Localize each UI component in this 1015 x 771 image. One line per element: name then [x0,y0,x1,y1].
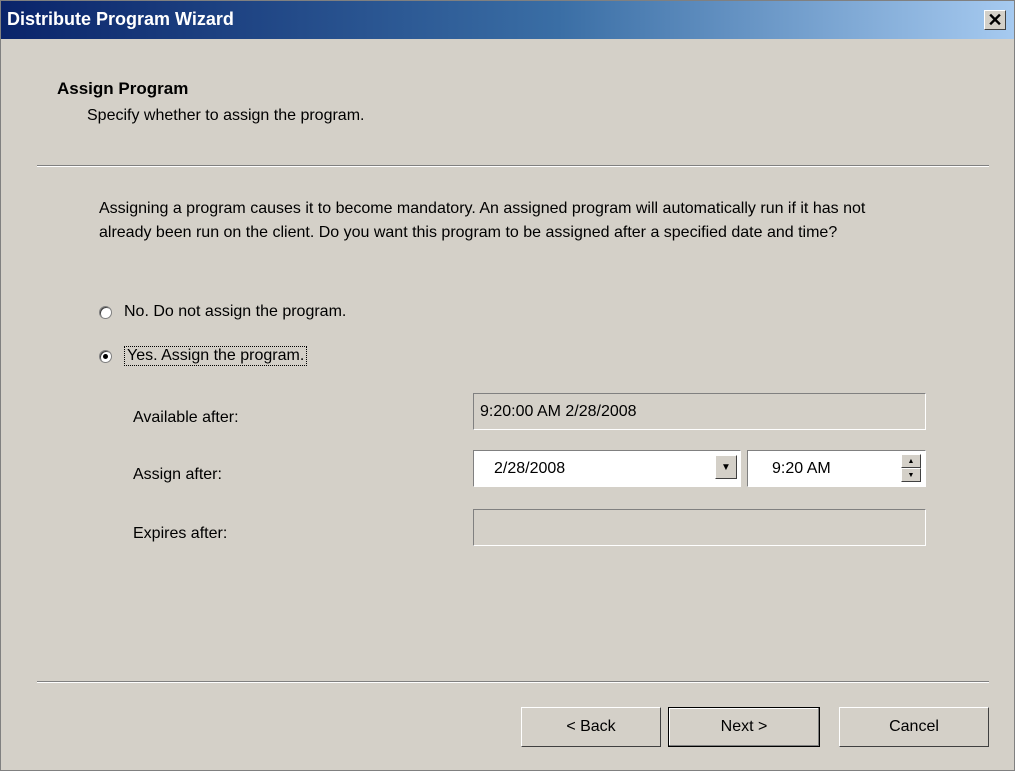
time-spinner[interactable]: ▲ ▼ [901,454,921,482]
available-after-value: 9:20:00 AM 2/28/2008 [480,402,637,420]
footer-separator [37,681,989,683]
wizard-window: Distribute Program Wizard ✕ Assign Progr… [0,0,1015,771]
back-button[interactable]: < Back [521,707,661,747]
assign-after-label: Assign after: [133,466,222,483]
description-text: Assigning a program causes it to become … [99,200,866,241]
available-after-field: 9:20:00 AM 2/28/2008 [473,393,926,430]
assign-time-value: 9:20 AM [772,459,831,477]
spin-up-icon[interactable]: ▲ [901,454,921,468]
assign-date-picker[interactable]: 2/28/2008 [473,450,741,487]
assign-time-picker[interactable]: 9:20 AM [747,450,926,487]
radio-no-option[interactable]: No. Do not assign the program. [99,303,346,321]
available-after-label: Available after: [133,409,239,426]
window-title: Distribute Program Wizard [7,9,234,29]
title-bar: Distribute Program Wizard ✕ [1,1,1014,39]
expires-after-field [473,509,926,546]
cancel-button-label: Cancel [889,718,939,735]
next-button-label: Next > [720,718,768,735]
radio-no[interactable] [99,305,112,319]
date-dropdown-button[interactable]: ▼ [715,455,737,479]
radio-yes[interactable] [99,349,112,363]
close-icon: ✕ [987,10,1003,30]
next-button[interactable]: Next > [668,707,820,747]
radio-no-label: No. Do not assign the program. [124,303,347,320]
expires-after-label: Expires after: [133,525,228,542]
assign-date-value: 2/28/2008 [494,459,566,477]
radio-yes-label: Yes. Assign the program. [124,346,308,366]
radio-yes-option[interactable]: Yes. Assign the program. [99,346,308,366]
header-separator [37,165,989,167]
chevron-down-icon: ▼ [721,461,731,473]
spin-down-icon[interactable]: ▼ [901,468,921,482]
close-button[interactable]: ✕ [984,10,1006,30]
page-subtitle: Specify whether to assign the program. [87,107,365,124]
back-button-label: < Back [566,718,616,735]
cancel-button[interactable]: Cancel [839,707,989,747]
page-title: Assign Program [57,79,189,98]
